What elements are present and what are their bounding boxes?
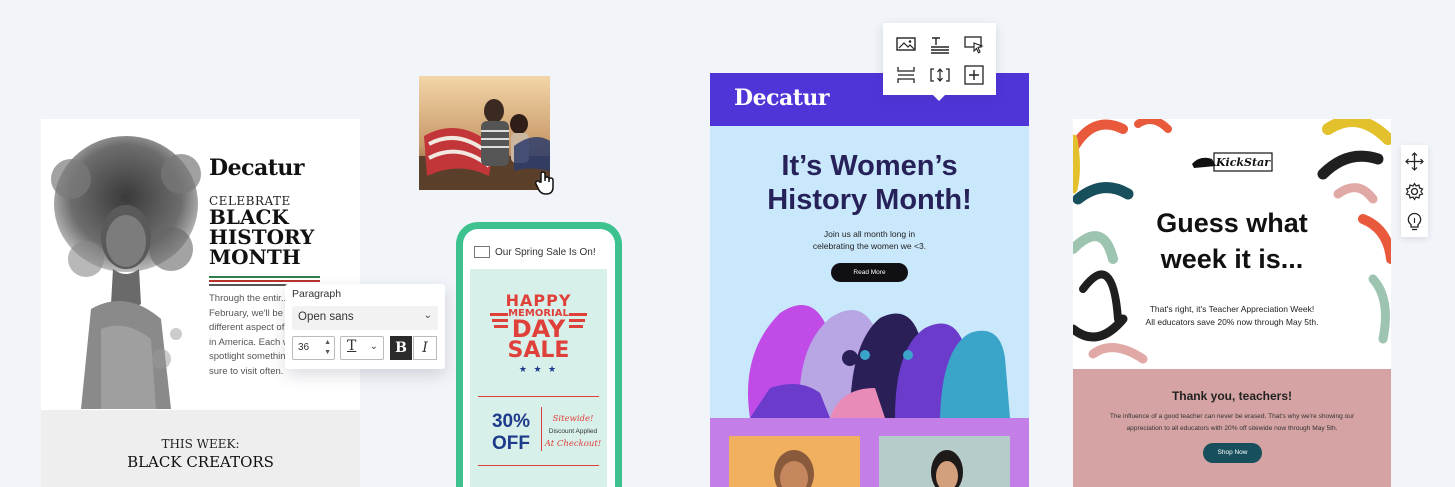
teacher-week-title: Guess what week it is... [1073,205,1391,277]
paragraph-label: Paragraph [292,288,342,300]
title-line: It’s Women’s [781,150,958,182]
spacer-icon[interactable] [929,65,951,85]
image-icon[interactable] [895,34,917,54]
this-week-label: THIS WEEK: [161,437,240,451]
womens-history-email-card[interactable]: Decatur It’s Women’s History Month! Join… [710,73,1029,487]
font-family-select[interactable]: Open sans ⌄ [292,306,438,330]
teacher-appreciation-email-card[interactable]: KickStar Guess what week it is... That's… [1073,119,1391,487]
text-color-icon: T [347,338,357,354]
title-line: History Month! [767,184,972,216]
headline-line-2: HISTORY [209,225,315,249]
italic-button[interactable]: I [413,336,437,360]
kickstar-logo-text: KickStar [1215,156,1271,169]
phone-mockup[interactable]: Our Spring Sale Is On! HAPPY MEMORIAL DA… [456,222,622,487]
divider [478,465,599,466]
percent-value: 30% [491,411,531,432]
block-side-toolbar [1401,145,1428,237]
settings-icon[interactable] [1404,181,1425,202]
subtitle-line: celebrating the women we <3. [812,241,927,251]
off-label: OFF [492,433,530,454]
shop-now-button[interactable]: Shop Now [1203,443,1262,463]
text-block-icon[interactable] [929,34,951,54]
discount-percent: 30% OFF [481,411,541,455]
portrait-illustration [51,136,201,409]
discount-applied-label: Discount Applied [548,428,598,435]
family-flag-photo[interactable] [419,76,550,190]
red-stripe [209,280,320,282]
black-creators-title: BLACK CREATORS [127,453,274,471]
green-stripe [209,276,320,278]
hand-cursor-icon [535,171,554,195]
sitewide-label: Sitewide! [552,414,594,424]
move-icon[interactable] [1404,151,1425,172]
women-silhouettes-illustration [748,305,1010,418]
bold-button[interactable]: B [390,336,412,360]
headline-line-1: BLACK [209,205,289,229]
happy-text: HAPPY [505,291,572,310]
chevron-down-icon: ⌄ [423,310,432,321]
title-line: Guess what [1156,208,1308,238]
email-subject: Our Spring Sale Is On! [495,247,596,258]
subtitle-line: That's right, it's Teacher Appreciation … [1149,304,1315,314]
vertical-divider [541,407,542,451]
decatur-logo: Decatur [734,85,829,111]
add-block-icon[interactable] [963,65,985,85]
thank-you-heading: Thank you, teachers! [1171,389,1293,403]
woman-photo-1 [729,436,860,487]
mail-icon [474,246,490,258]
stepper-arrows-icon[interactable]: ▲ ▼ [324,338,331,358]
read-more-button[interactable]: Read More [831,263,908,282]
chevron-down-icon: ⌄ [369,341,378,352]
title-line: week it is... [1160,244,1304,274]
font-family-value: Open sans [298,311,354,323]
subtitle-line: Join us all month long in [823,229,916,239]
thank-you-paragraph: The influence of a good teacher can neve… [1093,411,1371,435]
womens-history-title: It’s Women’s History Month! [710,149,1029,217]
font-size-value: 36 [298,342,310,353]
paragraph-line: The influence of a good teacher can neve… [1109,413,1355,420]
subtitle: Join us all month long in celebrating th… [710,228,1029,252]
decatur-logo: Decatur [209,155,304,181]
content-block-toolbar [883,23,996,101]
toolbar-pointer [933,95,945,101]
paragraph-toolbar: Paragraph Open sans ⌄ 36 ▲ ▼ T ⌄ B I [285,284,445,369]
stars-decoration: ★ ★ ★ [518,364,559,374]
headline: BLACK HISTORY MONTH [209,207,349,267]
sale-text: SALE [507,338,570,363]
button-cursor-icon[interactable] [963,34,985,54]
woman-photo-2 [879,436,1010,487]
font-size-stepper[interactable]: 36 ▲ ▼ [292,336,335,360]
headline-line-3: MONTH [209,245,301,269]
divider-icon[interactable] [895,65,917,85]
kickstar-logo: KickStar [1192,152,1273,172]
paragraph-line: appreciation to all educators with 20% o… [1126,425,1338,432]
divider [478,396,599,397]
teacher-subtitle: That's right, it's Teacher Appreciation … [1073,303,1391,329]
subtitle-line: All educators save 20% now through May 5… [1145,317,1319,327]
text-color-button[interactable]: T ⌄ [340,336,384,360]
bulb-icon[interactable] [1404,211,1425,232]
checkout-label: At Checkout! [544,439,602,449]
